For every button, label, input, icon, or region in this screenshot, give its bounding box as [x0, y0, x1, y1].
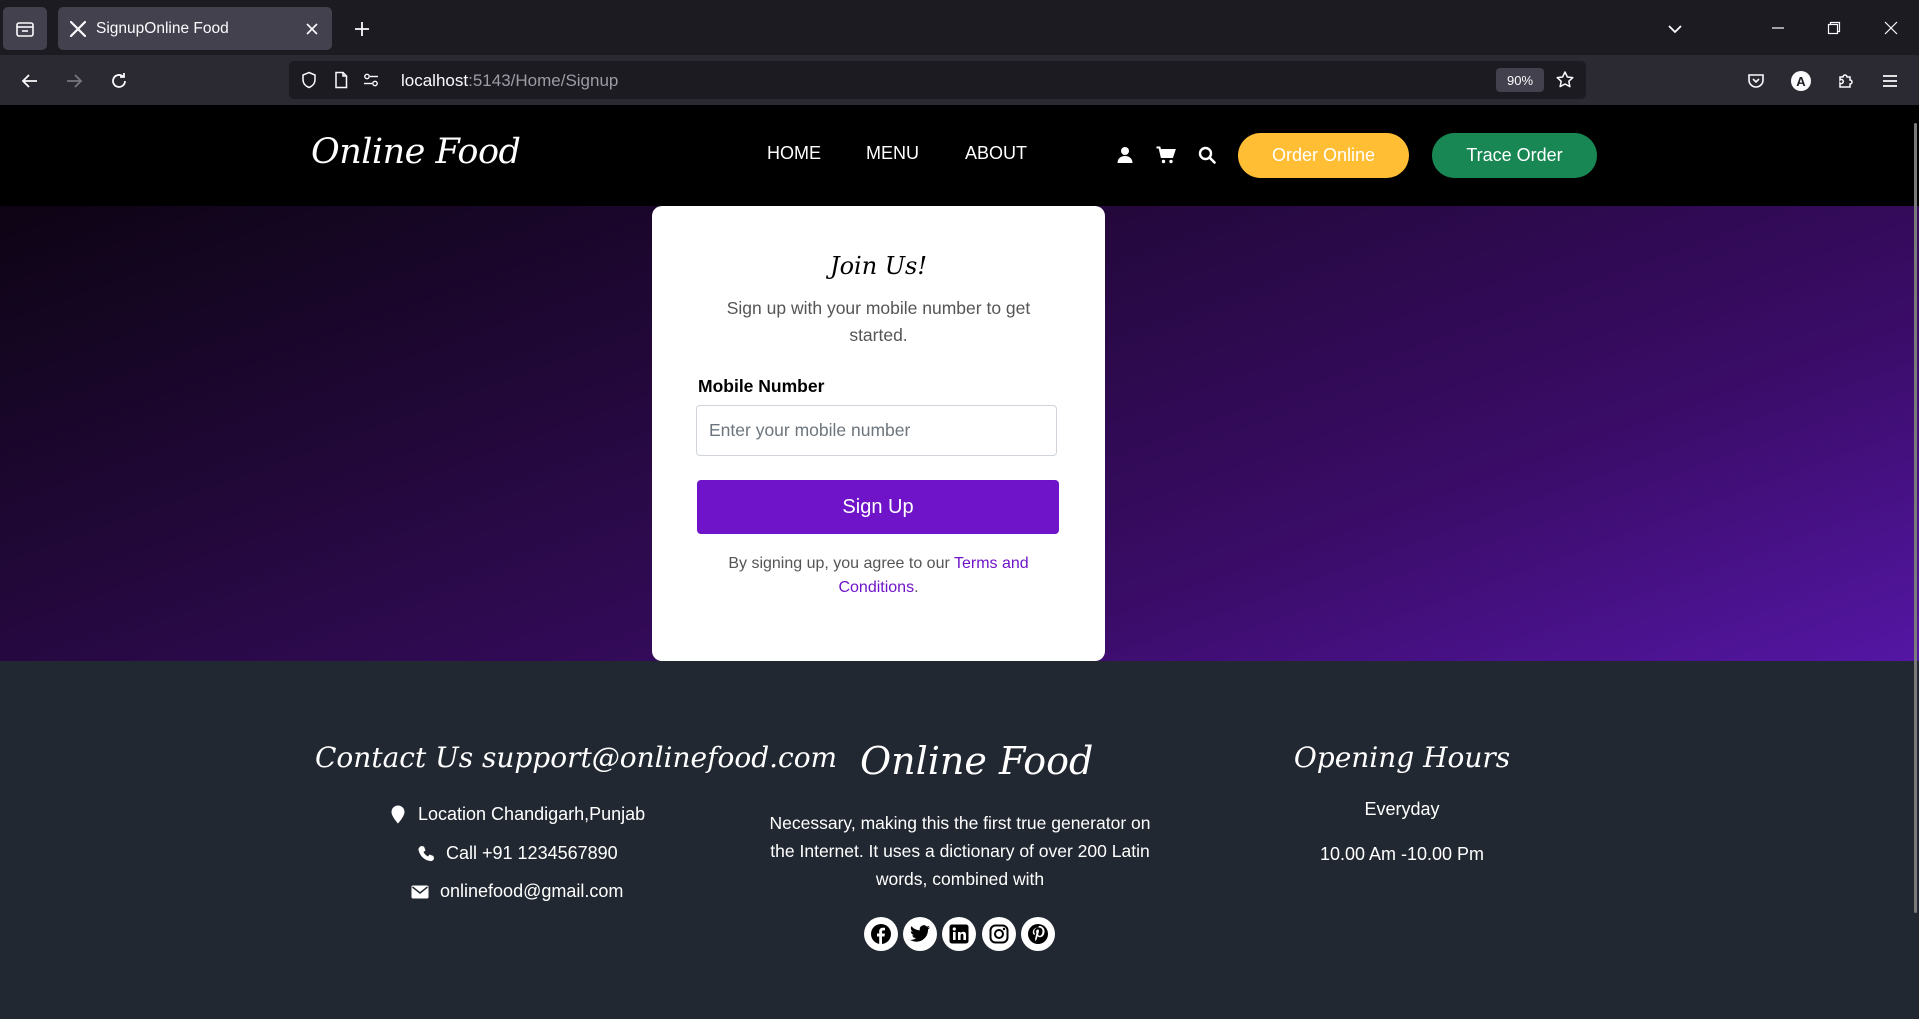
page-viewport: Online Food HOME MENU ABOUT Order Online… — [0, 105, 1919, 1019]
new-tab-icon[interactable] — [350, 17, 374, 41]
tab-list-icon — [15, 19, 35, 39]
sign-up-button[interactable]: Sign Up — [697, 480, 1059, 534]
mobile-number-label: Mobile Number — [698, 376, 825, 396]
tab-title: SignupOnline Food — [96, 19, 229, 37]
nav-about[interactable]: ABOUT — [965, 143, 1027, 164]
trace-order-button[interactable]: Trace Order — [1432, 133, 1597, 178]
location-text: Location Chandigarh,Punjab — [418, 804, 646, 824]
browser-tab-strip: SignupOnline Food — [0, 0, 1919, 55]
tab-list-button[interactable] — [3, 7, 47, 50]
page-icon[interactable] — [331, 70, 351, 90]
site-header: Online Food HOME MENU ABOUT Order Online… — [0, 105, 1919, 206]
terms-prefix: By signing up, you agree to our — [728, 555, 954, 572]
mobile-number-input[interactable] — [696, 405, 1057, 456]
bookmark-star-icon[interactable] — [1555, 70, 1575, 90]
terms-suffix: . — [914, 579, 919, 596]
phone-text: Call +91 1234567890 — [446, 843, 618, 863]
browser-nav-bar: localhost:5143/Home/Signup 90% A — [0, 55, 1919, 105]
nav-home[interactable]: HOME — [767, 143, 821, 164]
envelope-icon — [410, 882, 430, 902]
contact-heading: Contact Us support@onlinefood.com — [315, 741, 838, 774]
linkedin-icon[interactable] — [942, 917, 976, 951]
facebook-icon[interactable] — [864, 917, 898, 951]
footer-description: Necessary, making this the first true ge… — [769, 813, 1151, 889]
shield-icon[interactable] — [299, 70, 319, 90]
forward-arrow-icon[interactable] — [61, 68, 87, 94]
contact-email[interactable]: onlinefood@gmail.com — [410, 881, 623, 902]
url-host: localhost — [401, 71, 469, 90]
account-avatar-icon[interactable]: A — [1788, 68, 1814, 94]
search-icon[interactable] — [1196, 144, 1218, 166]
back-arrow-icon[interactable] — [17, 68, 43, 94]
site-footer: Contact Us support@onlinefood.com Locati… — [0, 661, 1919, 1019]
zoom-level-badge[interactable]: 90% — [1496, 68, 1544, 92]
contact-phone[interactable]: Call +91 1234567890 — [416, 843, 618, 864]
close-window-icon[interactable] — [1879, 16, 1903, 40]
nav-menu[interactable]: MENU — [866, 143, 919, 164]
reload-icon[interactable] — [106, 68, 132, 94]
restore-window-icon[interactable] — [1822, 16, 1846, 40]
page-scrollbar[interactable] — [1914, 123, 1917, 913]
user-icon[interactable] — [1114, 144, 1136, 166]
email-text: onlinefood@gmail.com — [440, 881, 624, 901]
signup-subtitle: Sign up with your mobile number to get s… — [726, 298, 1031, 345]
terms-notice: By signing up, you agree to our Terms an… — [712, 552, 1045, 600]
twitter-icon[interactable] — [903, 917, 937, 951]
footer-brand: Online Food — [860, 739, 1094, 783]
hours-time: 10.00 Am -10.00 Pm — [1319, 844, 1485, 864]
site-permissions-icon[interactable] — [361, 70, 381, 90]
brand-logo[interactable]: Online Food — [311, 132, 521, 172]
extensions-puzzle-icon[interactable] — [1833, 68, 1859, 94]
hours-days: Everyday — [1364, 799, 1440, 819]
instagram-icon[interactable] — [982, 917, 1016, 951]
chevron-down-icon[interactable] — [1663, 17, 1687, 41]
hamburger-menu-icon[interactable] — [1877, 68, 1903, 94]
pinterest-icon[interactable] — [1021, 917, 1055, 951]
contact-location[interactable]: Location Chandigarh,Punjab — [388, 804, 645, 825]
url-path: :5143/Home/Signup — [468, 71, 619, 90]
cutlery-favicon-icon — [68, 19, 88, 39]
cart-icon[interactable] — [1155, 144, 1177, 166]
minimize-window-icon[interactable] — [1766, 16, 1790, 40]
signup-title: Join Us! — [829, 252, 928, 280]
signup-card: Join Us! Sign up with your mobile number… — [652, 206, 1105, 661]
address-bar[interactable]: localhost:5143/Home/Signup 90% — [289, 61, 1586, 99]
browser-tab[interactable]: SignupOnline Food — [58, 7, 332, 50]
url-text[interactable]: localhost:5143/Home/Signup — [401, 71, 618, 91]
pocket-icon[interactable] — [1743, 68, 1769, 94]
map-pin-icon — [388, 805, 408, 825]
hours-heading: Opening Hours — [1293, 741, 1511, 774]
phone-icon — [416, 844, 436, 864]
tab-close-icon[interactable] — [302, 19, 322, 39]
order-online-button[interactable]: Order Online — [1238, 133, 1409, 178]
